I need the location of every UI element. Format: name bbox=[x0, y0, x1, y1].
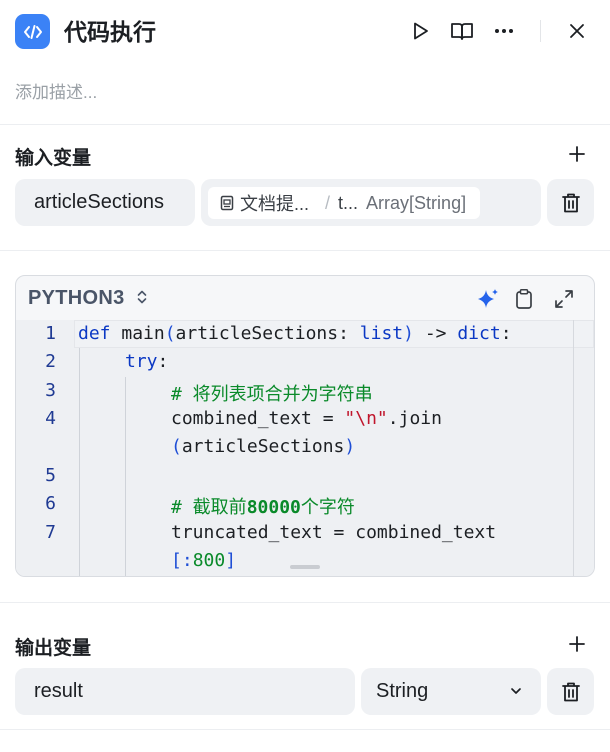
code-token: 个字符 bbox=[300, 497, 355, 518]
code-token: 800 bbox=[192, 550, 226, 571]
sparkle-icon bbox=[478, 289, 498, 308]
more-button[interactable] bbox=[490, 17, 518, 45]
code-token: -> bbox=[413, 323, 458, 344]
code-token: ) bbox=[403, 323, 414, 344]
line-number: 3 bbox=[45, 380, 56, 401]
reference-type: Array[String] bbox=[366, 192, 467, 213]
line-number: 1 bbox=[45, 323, 56, 344]
code-editor[interactable]: PYTHON3 1 2 3 4 5 6 7 def main(articleSe… bbox=[15, 275, 595, 577]
code-line-7: truncated_text = combined_text bbox=[171, 522, 497, 543]
close-icon bbox=[570, 24, 584, 38]
resize-handle[interactable] bbox=[290, 565, 320, 569]
book-open-icon bbox=[451, 23, 473, 40]
code-line-4: combined_text = "\n".join bbox=[171, 408, 442, 429]
code-token: .join bbox=[387, 408, 442, 429]
code-token: : bbox=[157, 351, 169, 372]
code-token: : bbox=[500, 323, 512, 344]
expand-icon bbox=[555, 290, 573, 308]
output-variable-name[interactable]: result bbox=[15, 668, 355, 715]
run-button[interactable] bbox=[406, 17, 434, 45]
divider bbox=[0, 602, 610, 603]
code-token: ) bbox=[344, 436, 356, 457]
reference-field: t... bbox=[338, 192, 359, 213]
copy-button[interactable] bbox=[511, 286, 537, 312]
line-number: 2 bbox=[45, 351, 56, 372]
code-brackets-icon bbox=[23, 24, 42, 39]
code-token: ] bbox=[225, 550, 237, 571]
code-line-1: def main(articleSections: list) -> dict: bbox=[78, 323, 512, 344]
close-button[interactable] bbox=[563, 17, 591, 45]
delete-input-button[interactable] bbox=[547, 179, 594, 226]
code-area[interactable]: 1 2 3 4 5 6 7 def main(articleSections: … bbox=[16, 320, 594, 576]
expand-button[interactable] bbox=[551, 286, 577, 312]
reference-chip[interactable]: 文档提... / t... Array[String] bbox=[208, 187, 480, 219]
input-section-title: 输入变量 bbox=[15, 148, 92, 169]
line-number: 4 bbox=[45, 408, 56, 429]
code-line-4-wrap: (articleSections) bbox=[171, 436, 355, 457]
output-type-value: String bbox=[376, 680, 429, 702]
code-token: combined_text = bbox=[171, 408, 345, 429]
code-line-2: try: bbox=[125, 351, 168, 372]
code-token: \n bbox=[355, 408, 377, 429]
output-section-title: 输出变量 bbox=[15, 638, 92, 659]
delete-output-button[interactable] bbox=[547, 668, 594, 715]
chevron-updown-icon[interactable] bbox=[137, 290, 147, 304]
code-scroll-divider bbox=[573, 320, 574, 576]
trash-icon bbox=[561, 682, 580, 701]
line-number: 5 bbox=[45, 465, 56, 486]
code-token: def bbox=[78, 323, 111, 344]
code-line-7-wrap: [:800] bbox=[171, 550, 236, 571]
plus-icon bbox=[569, 636, 585, 652]
plus-icon bbox=[569, 146, 585, 162]
chevron-down-icon[interactable] bbox=[509, 684, 523, 698]
code-node-icon bbox=[15, 14, 50, 49]
node-title[interactable]: 代码执行 bbox=[64, 15, 156, 49]
ai-generate-button[interactable] bbox=[475, 286, 501, 312]
code-line-6: # 截取前80000个字符 bbox=[171, 493, 355, 519]
line-number-gutter: 1 2 3 4 5 6 7 bbox=[16, 320, 74, 576]
code-editor-toolbar: PYTHON3 bbox=[16, 276, 594, 320]
code-token: try bbox=[125, 351, 158, 372]
output-variable-name-text: result bbox=[34, 680, 83, 702]
code-token: articleSections: bbox=[175, 323, 360, 344]
code-token: main bbox=[110, 323, 165, 344]
play-icon bbox=[414, 22, 428, 40]
indent-guide bbox=[125, 377, 126, 576]
input-variable-name-text: articleSections bbox=[34, 191, 165, 213]
trash-icon bbox=[561, 193, 580, 212]
code-token: [: bbox=[171, 550, 193, 571]
more-horizontal-icon bbox=[495, 29, 513, 33]
add-input-button[interactable] bbox=[564, 141, 590, 167]
line-number: 7 bbox=[45, 522, 56, 543]
input-variable-name[interactable]: articleSections bbox=[15, 179, 195, 226]
add-output-button[interactable] bbox=[564, 631, 590, 657]
language-select[interactable]: PYTHON3 bbox=[28, 287, 125, 310]
reference-separator: / bbox=[325, 192, 331, 213]
description-input[interactable]: 添加描述... bbox=[15, 78, 97, 103]
indent-guide bbox=[79, 348, 80, 576]
header-divider bbox=[540, 20, 541, 42]
code-token: ( bbox=[171, 436, 182, 457]
code-token: " bbox=[344, 408, 356, 429]
code-token: ( bbox=[164, 323, 176, 344]
divider bbox=[0, 729, 610, 730]
node-header: 代码执行 bbox=[0, 0, 610, 64]
reference-source: 文档提... bbox=[240, 194, 310, 214]
divider bbox=[0, 250, 610, 251]
docs-button[interactable] bbox=[448, 17, 476, 45]
document-icon bbox=[220, 195, 234, 211]
line-number: 6 bbox=[45, 493, 56, 514]
code-line-3: # 将列表项合并为字符串 bbox=[171, 384, 373, 405]
code-token: dict bbox=[457, 323, 501, 344]
clipboard-icon bbox=[516, 289, 532, 309]
code-token: list bbox=[359, 323, 404, 344]
code-token: # 截取前 bbox=[171, 497, 247, 518]
divider bbox=[0, 124, 610, 125]
code-token: " bbox=[376, 408, 388, 429]
code-token: articleSections bbox=[181, 436, 345, 457]
code-token: 80000 bbox=[246, 497, 301, 518]
